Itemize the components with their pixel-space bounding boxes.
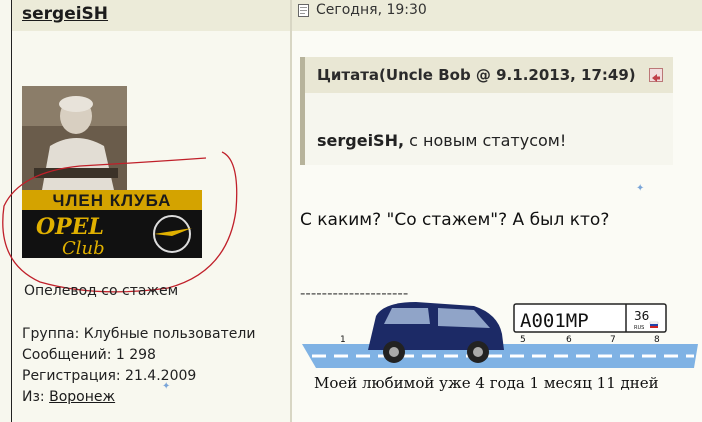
quote-text: sergeiSH, с новым статусом! (317, 131, 566, 150)
user-post-count: Сообщений: 1 298 (22, 347, 156, 363)
scale-mark: 7 (610, 335, 616, 345)
user-status: Опелевод со стажем (24, 283, 179, 299)
scale-mark: 8 (654, 335, 660, 345)
user-location-row: Из: Воронеж (22, 387, 255, 408)
forum-post: sergeiSH Сегодня, 19:30 ЧЛЕН КЛУБА OPEL … (0, 0, 702, 422)
quote-header: Цитата(Uncle Bob @ 9.1.2013, 17:49) (305, 57, 673, 93)
scale-mark: 6 (566, 335, 572, 345)
post-page-icon[interactable] (298, 4, 309, 17)
scale-mark: 5 (520, 335, 526, 345)
user-info: Группа: Клубные пользователи Сообщений: … (22, 324, 255, 408)
sparkle-icon: ✦ (636, 183, 645, 194)
arrow-left-icon (652, 74, 660, 82)
user-location-link[interactable]: Воронеж (49, 389, 115, 405)
license-plate-number: А001МР (520, 310, 589, 332)
quote-message: с новым статусом! (404, 131, 567, 150)
user-location-label: Из: (22, 389, 45, 405)
scale-mark: 1 (340, 335, 346, 345)
banner-caption: Моей любимой уже 4 года 1 месяц 11 дней (314, 374, 659, 392)
author-name-link[interactable]: sergeiSH (22, 4, 108, 24)
quote-block: Цитата(Uncle Bob @ 9.1.2013, 17:49) serg… (300, 57, 673, 165)
hand-drawn-annotation (2, 151, 238, 293)
license-plate-rus: RUS (634, 325, 644, 331)
license-plate-region: 36 (634, 309, 649, 323)
user-group: Группа: Клубные пользователи (22, 326, 256, 342)
sparkle-icon: ✦ (162, 381, 171, 392)
quote-title: Цитата(Uncle Bob @ 9.1.2013, 17:49) (317, 66, 636, 84)
post-date: Сегодня, 19:30 (316, 2, 427, 18)
quote-link-icon[interactable] (649, 68, 663, 82)
quote-mention: sergeiSH, (317, 131, 405, 150)
post-reply-text: С каким? "Со стажем"? А был кто? (300, 210, 610, 230)
user-registration: Регистрация: 21.4.2009 (22, 368, 197, 384)
